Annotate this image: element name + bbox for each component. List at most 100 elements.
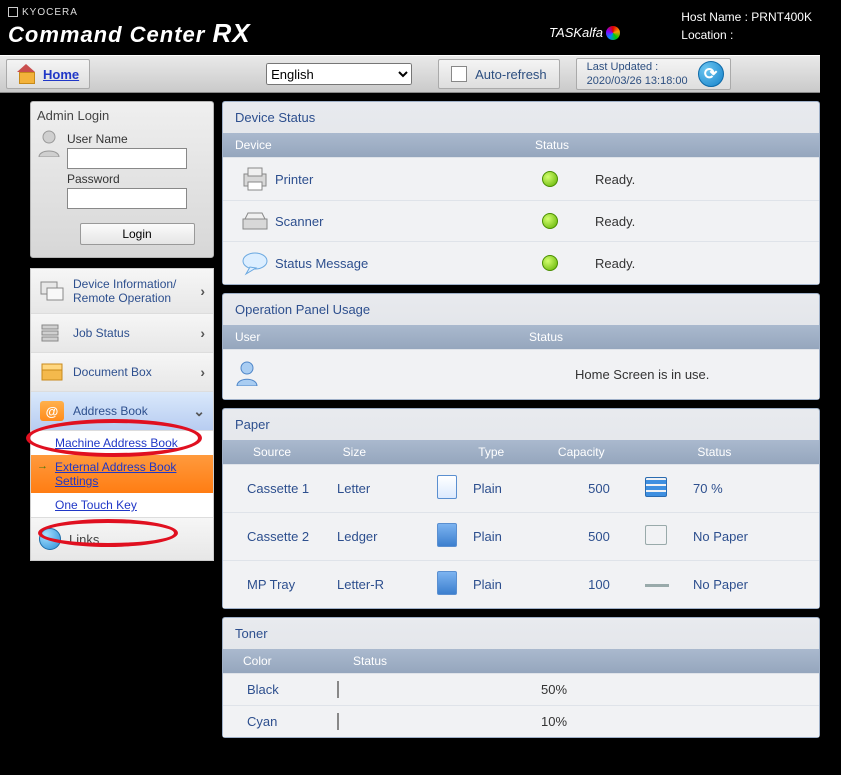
- tray-empty-icon: [645, 576, 669, 590]
- device-name: Scanner: [275, 214, 525, 229]
- language-select[interactable]: English: [266, 63, 412, 85]
- nav-links[interactable]: Links: [31, 517, 213, 560]
- toner-pct: 10%: [541, 714, 621, 729]
- device-name: Status Message: [275, 256, 525, 271]
- nav-device-information[interactable]: Device Information/ Remote Operation ›: [31, 269, 213, 314]
- message-icon: [235, 250, 275, 276]
- op-header-row: User Status: [223, 325, 819, 349]
- host-label: Host Name :: [681, 10, 751, 24]
- paper-type: Plain: [473, 529, 553, 544]
- paper-type: Plain: [473, 577, 553, 592]
- cassette-full-icon: [645, 477, 667, 497]
- main-content: Device Status Device Status Printer Read…: [222, 101, 820, 746]
- nav-menu: Device Information/ Remote Operation › J…: [30, 268, 214, 561]
- paper-status: No Paper: [693, 577, 803, 592]
- sub-machine-address-book[interactable]: Machine Address Book: [31, 431, 213, 455]
- nav-address-book[interactable]: @ Address Book ⌄: [31, 392, 213, 431]
- chevron-right-icon: ›: [200, 283, 205, 299]
- status-ok-icon: [542, 255, 558, 271]
- paper-source: MP Tray: [237, 577, 337, 592]
- paper-panel: Paper Source Size Type Capacity Status C…: [222, 408, 820, 609]
- kyocera-symbol-icon: [8, 7, 18, 17]
- home-button[interactable]: Home: [6, 59, 90, 89]
- toner-row: Cyan 10%: [223, 705, 819, 737]
- user-icon: [235, 360, 275, 389]
- toner-color: Cyan: [237, 714, 337, 729]
- toner-panel: Toner Color Status Black 50% Cyan 10%: [222, 617, 820, 738]
- scanner-icon: [235, 209, 275, 233]
- device-status-header-row: Device Status: [223, 133, 819, 157]
- status-ok-icon: [542, 171, 558, 187]
- printer-icon: [235, 166, 275, 192]
- nav-label: Device Information/ Remote Operation: [73, 277, 176, 305]
- toner-bar: [337, 714, 523, 729]
- password-input[interactable]: [67, 188, 187, 209]
- sub-external-address-book[interactable]: External Address Book Settings: [31, 455, 213, 493]
- sidebar: Admin Login User Name Password Login: [30, 101, 214, 746]
- login-button[interactable]: Login: [80, 223, 195, 245]
- status-ok-icon: [542, 213, 558, 229]
- toner-header-row: Color Status: [223, 649, 819, 673]
- device-name: Printer: [275, 172, 525, 187]
- col-source: Source: [243, 445, 343, 459]
- job-status-icon: [39, 322, 65, 344]
- nav-label: Document Box: [73, 365, 152, 379]
- panel-title: Paper: [223, 409, 819, 440]
- globe-icon: [39, 528, 61, 550]
- paper-type-icon: [437, 523, 457, 547]
- toner-pct: 50%: [541, 682, 621, 697]
- nav-document-box[interactable]: Document Box ›: [31, 353, 213, 392]
- paper-type-icon: [437, 571, 457, 595]
- title-rx: RX: [212, 18, 250, 48]
- autorefresh-label: Auto-refresh: [475, 67, 547, 82]
- nav-job-status[interactable]: Job Status ›: [31, 314, 213, 353]
- title-main: Command Center: [8, 22, 212, 47]
- username-input[interactable]: [67, 148, 187, 169]
- chevron-right-icon: ›: [200, 364, 205, 380]
- password-label: Password: [67, 172, 207, 186]
- paper-source: Cassette 2: [237, 529, 337, 544]
- home-icon: [17, 66, 35, 82]
- device-row-status-message: Status Message Ready.: [223, 241, 819, 284]
- toner-bar: [337, 682, 523, 697]
- autorefresh-toggle[interactable]: Auto-refresh: [438, 59, 560, 89]
- document-box-icon: [39, 361, 65, 383]
- col-status: Status: [535, 138, 569, 152]
- address-book-icon: @: [39, 400, 65, 422]
- home-link[interactable]: Home: [43, 67, 79, 82]
- col-size: Size: [343, 445, 443, 459]
- col-user: User: [235, 330, 529, 344]
- admin-login-panel: Admin Login User Name Password Login: [30, 101, 214, 258]
- sub-one-touch-key[interactable]: One Touch Key: [31, 493, 213, 517]
- operation-panel-panel: Operation Panel Usage User Status Home S…: [222, 293, 820, 400]
- device-info-icon: [39, 280, 65, 302]
- col-capacity: Capacity: [558, 445, 650, 459]
- address-book-submenu: Machine Address Book External Address Bo…: [31, 431, 213, 517]
- kyocera-text: KYOCERA: [22, 7, 78, 18]
- host-value: PRNT400K: [751, 10, 812, 24]
- refresh-button[interactable]: ⟳: [698, 61, 724, 87]
- device-status-text: Ready.: [595, 172, 635, 187]
- paper-type-icon: [437, 475, 457, 499]
- chevron-right-icon: ›: [200, 325, 205, 341]
- chevron-down-icon: ⌄: [193, 403, 205, 420]
- panel-title: Toner: [223, 618, 819, 649]
- col-type: Type: [478, 445, 558, 459]
- checkbox-icon[interactable]: [451, 66, 467, 82]
- toner-color: Black: [237, 682, 337, 697]
- paper-size: Letter: [337, 481, 437, 496]
- device-status-text: Ready.: [595, 214, 635, 229]
- paper-capacity: 500: [553, 481, 645, 496]
- paper-capacity: 100: [553, 577, 645, 592]
- col-device: Device: [235, 138, 535, 152]
- op-status-row: Home Screen is in use.: [223, 349, 819, 399]
- panel-title: Device Status: [223, 102, 819, 133]
- paper-status: No Paper: [693, 529, 803, 544]
- taskalfa-text: TASKalfa: [549, 25, 603, 40]
- cassette-empty-icon: [645, 525, 667, 545]
- col-status: Status: [353, 654, 387, 668]
- col-status: Status: [697, 445, 807, 459]
- login-title: Admin Login: [37, 108, 207, 123]
- user-avatar-icon: [37, 129, 61, 157]
- paper-header-row: Source Size Type Capacity Status: [223, 440, 819, 464]
